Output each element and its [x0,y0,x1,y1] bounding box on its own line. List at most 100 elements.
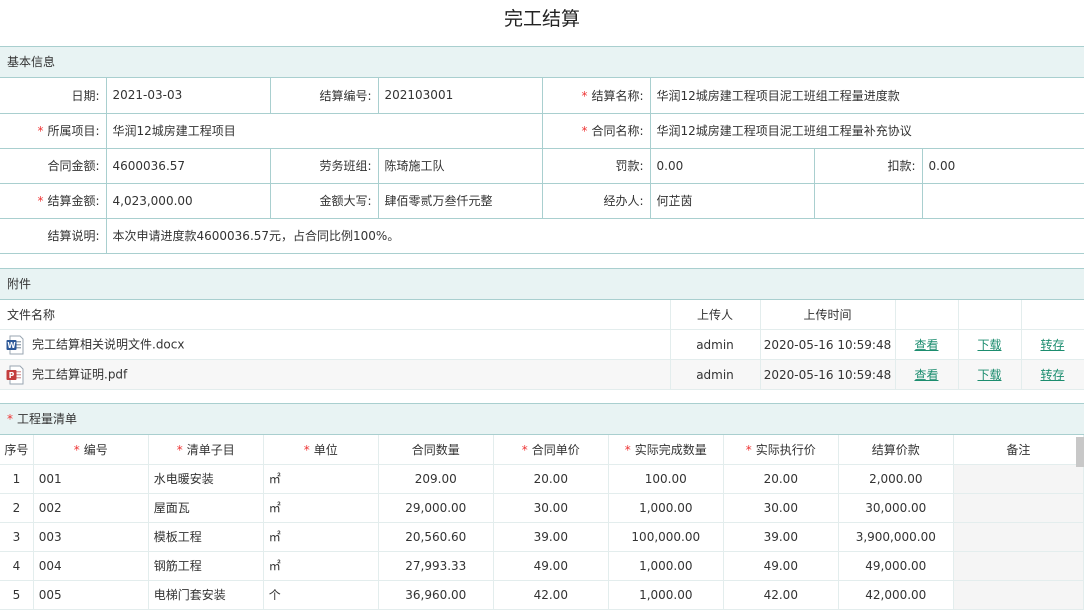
row-actual-price[interactable]: 39.00 [723,522,839,552]
table-row: 2 002 屋面瓦㎡ 29,000.00 30.00 1,000.00 30.00 30,00… [0,493,1084,523]
row-settle-price: 49,000.00 [838,551,954,581]
row-note[interactable] [953,493,1084,523]
contract-name-value[interactable]: 华润12城房建工程项目泥工班组工程量补充协议 [650,113,1084,149]
deduction-value[interactable]: 0.00 [922,148,1084,184]
row-note[interactable] [953,551,1084,581]
contract-amount-value[interactable]: 4600036.57 [106,148,271,184]
download-link[interactable]: 下载 [977,368,1001,382]
row-actual-price[interactable]: 20.00 [723,464,839,494]
required-mark: * [303,442,310,457]
settle-name-label-cell: * 结算名称: [542,78,651,114]
desc-value[interactable]: 本次申请进度款4600036.57元，占合同比例100%。 [106,218,1084,254]
row-code[interactable]: 003 [33,522,149,552]
penalty-value[interactable]: 0.00 [650,148,815,184]
col-item: 清单子目 [186,442,235,457]
col-actual-qty-cell: * 实际完成数量 [608,435,724,465]
row-unit[interactable]: ㎡ [263,551,379,581]
row-actual-price[interactable]: 42.00 [723,580,839,610]
row-note[interactable] [953,522,1084,552]
row-contract-price[interactable]: 39.00 [493,522,609,552]
handler-value[interactable]: 何芷茵 [650,183,815,219]
row-code[interactable]: 002 [33,493,149,523]
row-note[interactable] [953,464,1084,494]
basic-info-table: 日期: 2021-03-03 结算编号: 202103001 * 结算名称: 华润… [0,78,1084,254]
row-settle-price: 30,000.00 [838,493,954,523]
download-link-cell: 下载 [958,329,1022,360]
view-link[interactable]: 查看 [914,338,938,352]
quantities-header-row: 序号 * 编号 * 清单子目 * 单位 合同数量 * 合同单价 * 实际完成数量 * 实际执… [0,435,1084,465]
row-item[interactable]: 屋面瓦 [148,493,264,523]
settle-name-value[interactable]: 华润12城房建工程项目泥工班组工程量进度款 [650,78,1084,114]
col-contract-qty: 合同数量 [378,435,494,465]
svg-text:W: W [7,341,16,350]
row-unit[interactable]: 个 [263,580,379,610]
col-actual-qty: 实际完成数量 [634,442,707,457]
quantities-table: 序号 * 编号 * 清单子目 * 单位 合同数量 * 合同单价 * 实际完成数量 * 实际执… [0,435,1084,610]
col-item-cell: * 清单子目 [148,435,264,465]
col-unit: 单位 [313,442,338,457]
row-code[interactable]: 005 [33,580,149,610]
svg-text:P: P [9,371,15,380]
row-unit[interactable]: ㎡ [263,493,379,523]
row-actual-qty[interactable]: 1,000.00 [608,580,724,610]
col-note: 备注 [953,435,1084,465]
row-item[interactable]: 模板工程 [148,522,264,552]
col-action [958,299,1022,330]
row-unit[interactable]: ㎡ [263,464,379,494]
required-mark: * [176,442,183,457]
settle-amount-label-cell: * 结算金额: [0,183,107,219]
row-item[interactable]: 钢筋工程 [148,551,264,581]
settle-no-value[interactable]: 202103001 [378,78,543,114]
project-value[interactable]: 华润12城房建工程项目 [106,113,543,149]
row-seq: 2 [0,493,34,523]
row-contract-price[interactable]: 20.00 [493,464,609,494]
view-link[interactable]: 查看 [914,368,938,382]
team-value[interactable]: 陈琦施工队 [378,148,543,184]
download-link[interactable]: 下载 [977,338,1001,352]
table-row: 1 001 水电暖安装㎡ 209.00 20.00 100.00 20.00 2,000.00 [0,464,1084,494]
scrollbar-thumb[interactable] [1076,437,1084,467]
attachment-row: W 完工结算相关说明文件.docx admin 2020-05-16 10:59… [0,329,1084,360]
row-actual-qty[interactable]: 1,000.00 [608,493,724,523]
row-code[interactable]: 001 [33,464,149,494]
date-value[interactable]: 2021-03-03 [106,78,271,114]
attachments-table: 文件名称 上传人 上传时间 W 完工结算相关说明文件.docx admin 20… [0,299,1084,390]
col-seq: 序号 [0,435,34,465]
settle-amount-value[interactable]: 4,023,000.00 [106,183,271,219]
amount-upper-value: 肆佰零贰万叁仟元整 [378,183,543,219]
download-link-cell: 下载 [958,359,1022,390]
row-item[interactable]: 水电暖安装 [148,464,264,494]
row-note[interactable] [953,580,1084,610]
col-action [1021,299,1084,330]
row-item[interactable]: 电梯门套安装 [148,580,264,610]
col-contract-price-cell: * 合同单价 [493,435,609,465]
row-actual-qty[interactable]: 1,000.00 [608,551,724,581]
contract-name-label-cell: * 合同名称: [542,113,651,149]
attachment-time: 2020-05-16 10:59:48 [760,359,896,390]
col-action [895,299,959,330]
attachment-uploader: admin [670,359,761,390]
transfer-link[interactable]: 转存 [1040,368,1064,382]
row-actual-price[interactable]: 49.00 [723,551,839,581]
row-code[interactable]: 004 [33,551,149,581]
col-actual-price-cell: * 实际执行价 [723,435,839,465]
required-mark: * [37,124,44,138]
view-link-cell: 查看 [895,329,959,360]
row-actual-price[interactable]: 30.00 [723,493,839,523]
row-actual-qty[interactable]: 100.00 [608,464,724,494]
table-scrollbar[interactable] [1076,437,1084,614]
deduction-label: 扣款: [814,148,923,184]
row-contract-price[interactable]: 42.00 [493,580,609,610]
required-mark: * [581,88,588,103]
row-unit[interactable]: ㎡ [263,522,379,552]
row-contract-price[interactable]: 49.00 [493,551,609,581]
row-contract-price[interactable]: 30.00 [493,493,609,523]
quantities-header-label: 工程量清单 [17,412,78,426]
transfer-link[interactable]: 转存 [1040,338,1064,352]
row-actual-qty[interactable]: 100,000.00 [608,522,724,552]
table-row: 3 003 模板工程㎡ 20,560.60 39.00 100,000.00 39.00 3,… [0,522,1084,552]
row-seq: 3 [0,522,34,552]
quantities-body: 1 001 水电暖安装㎡ 209.00 20.00 100.00 20.00 2,000.00… [0,464,1084,610]
amount-upper-label: 金额大写: [270,183,379,219]
empty-cell [922,183,1084,219]
